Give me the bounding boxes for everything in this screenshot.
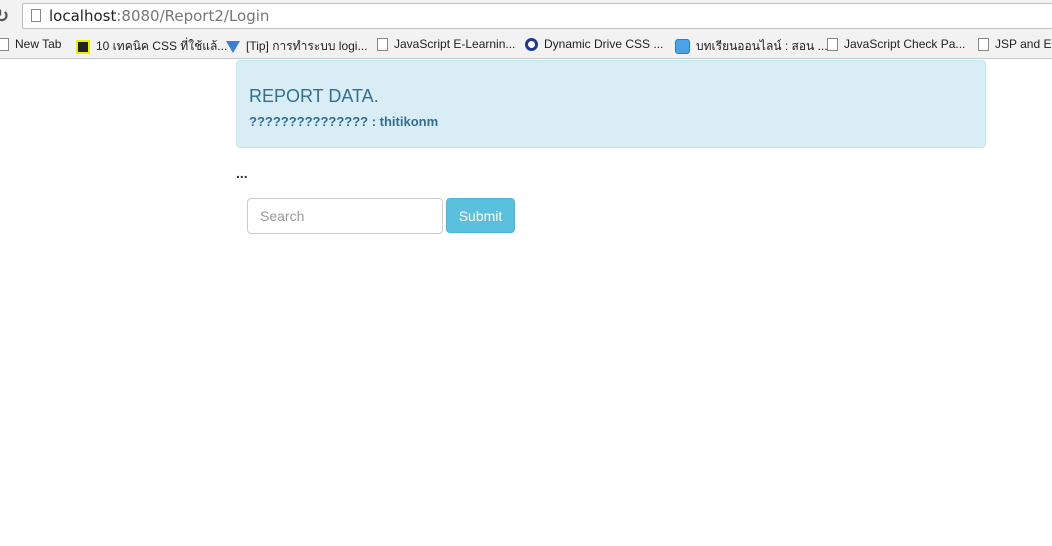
address-bar[interactable]: localhost:8080/Report2/Login <box>22 3 1052 29</box>
bookmark-label: [Tip] การทำระบบ logi... <box>246 39 368 53</box>
ellipsis-text: ... <box>236 165 248 181</box>
page-icon <box>31 9 41 22</box>
bookmark-label: JavaScript Check Pa... <box>844 37 966 51</box>
bookmark-css-tips[interactable]: 10 เทคนิค CSS ที่ใช้แล้... <box>76 37 227 56</box>
url-text[interactable]: localhost:8080/Report2/Login <box>49 7 269 25</box>
chat-favicon-icon <box>675 39 690 54</box>
bookmarks-bar: New Tab 10 เทคนิค CSS ที่ใช้แล้... [Tip]… <box>0 32 1052 59</box>
page-icon <box>0 37 9 51</box>
page-icon <box>377 37 388 51</box>
bookmark-label: JSP and Ec <box>995 37 1052 51</box>
page-icon <box>978 37 989 51</box>
submit-button[interactable]: Submit <box>446 198 515 233</box>
bookmark-jsp[interactable]: JSP and Ec <box>978 37 1052 51</box>
bookmark-online-lessons[interactable]: บทเรียนออนไลน์ : สอน ... <box>675 37 828 56</box>
bookmark-dynamic-drive[interactable]: Dynamic Drive CSS ... <box>525 37 663 51</box>
report-title: REPORT DATA. <box>249 86 379 106</box>
bookmark-tip-login[interactable]: [Tip] การทำระบบ logi... <box>226 37 367 56</box>
t-favicon-icon <box>76 39 90 54</box>
bookmark-label: 10 เทคนิค CSS ที่ใช้แล้... <box>96 39 228 53</box>
bookmark-label: New Tab <box>15 37 62 51</box>
user-line: ??????????????? : thitikonm <box>249 114 439 129</box>
d-favicon-icon <box>525 37 538 51</box>
url-host: localhost <box>49 7 117 25</box>
bookmark-label: JavaScript E-Learnin... <box>394 37 516 51</box>
bookmark-label: Dynamic Drive CSS ... <box>544 37 664 51</box>
bookmark-label: บทเรียนออนไลน์ : สอน ... <box>696 39 828 53</box>
url-path: :8080/Report2/Login <box>116 7 270 25</box>
bookmark-new-tab[interactable]: New Tab <box>0 37 61 51</box>
page-icon <box>827 37 838 51</box>
report-alert: REPORT DATA. ??????????????? : thitikonm <box>236 60 986 148</box>
v-favicon-icon <box>226 40 240 53</box>
search-input[interactable] <box>247 198 443 234</box>
bookmark-js-check[interactable]: JavaScript Check Pa... <box>827 37 965 51</box>
bookmark-js-elearning[interactable]: JavaScript E-Learnin... <box>377 37 515 51</box>
browser-toolbar: ↻ localhost:8080/Report2/Login <box>0 0 1052 32</box>
reload-icon[interactable]: ↻ <box>0 6 9 27</box>
